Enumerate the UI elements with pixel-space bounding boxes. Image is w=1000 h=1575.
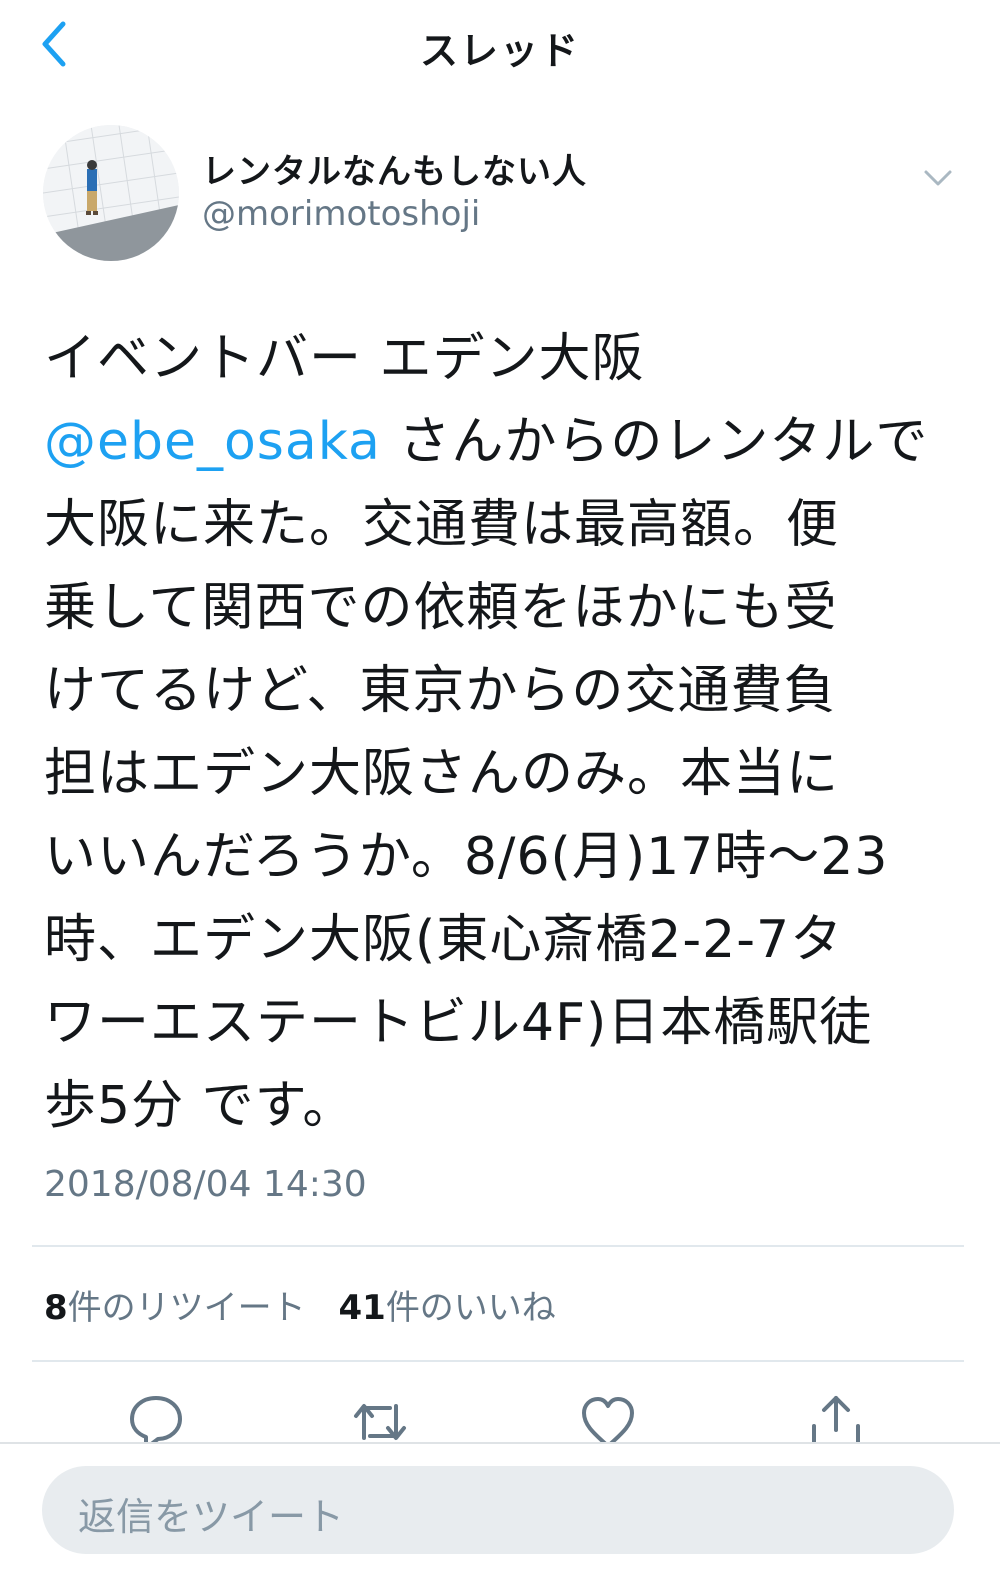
divider bbox=[32, 1245, 964, 1247]
reply-input[interactable]: 返信をツイート bbox=[42, 1466, 954, 1554]
reply-button[interactable] bbox=[126, 1392, 186, 1442]
tweet-line: いいんだろうか。8/6(月)17時〜23 bbox=[44, 827, 889, 887]
tweet-stats: 8件のリツイート 41件のいいね bbox=[44, 1280, 578, 1329]
likes-count: 41 bbox=[338, 1288, 386, 1328]
tweet-line: けてるけど、東京からの交通費負 bbox=[44, 661, 837, 721]
display-name[interactable]: レンタルなんもしない人 bbox=[202, 144, 587, 193]
reply-placeholder: 返信をツイート bbox=[78, 1495, 345, 1539]
mention-link[interactable]: @ebe_osaka bbox=[44, 412, 381, 472]
navigation-bar: スレッド bbox=[0, 0, 1000, 90]
divider bbox=[32, 1360, 964, 1362]
tweet-line: 大阪に来た。交通費は最高額。便 bbox=[44, 495, 840, 555]
page-title: スレッド bbox=[419, 29, 580, 73]
likes-label: 件のいいね bbox=[385, 1288, 556, 1328]
retweets-stat[interactable]: 8件のリツイート bbox=[44, 1288, 306, 1328]
retweets-count: 8 bbox=[44, 1288, 68, 1328]
tweet-line-text: さんからのレンタルで bbox=[380, 412, 929, 472]
user-handle[interactable]: @morimotoshoji bbox=[202, 194, 480, 234]
tweet-author: レンタルなんもしない人 @morimotoshoji bbox=[40, 122, 960, 264]
tweet-timestamp: 2018/08/04 14:30 bbox=[44, 1164, 367, 1205]
tweet-actions bbox=[0, 1380, 1000, 1442]
avatar-image bbox=[43, 125, 179, 261]
tweet-line: ワーエステートビル4F)日本橋駅徒 bbox=[44, 993, 873, 1053]
tweet-menu-button[interactable] bbox=[918, 158, 958, 198]
reply-icon bbox=[130, 1396, 182, 1442]
chevron-down-icon bbox=[924, 170, 952, 186]
tweet-line: 時、エデン大阪(東心斎橋2-2-7タ bbox=[44, 910, 844, 970]
avatar[interactable] bbox=[43, 125, 179, 261]
like-button[interactable] bbox=[578, 1392, 638, 1442]
tweet-line: @ebe_osaka さんからのレンタルで bbox=[44, 401, 954, 484]
share-button[interactable] bbox=[806, 1392, 866, 1442]
heart-icon bbox=[582, 1397, 634, 1442]
tweet-line: 担はエデン大阪さんのみ。本当に bbox=[44, 744, 840, 804]
retweet-icon bbox=[354, 1404, 406, 1440]
tweet-text: イベントバー エデン大阪 @ebe_osaka さんからのレンタルで 大阪に来た… bbox=[44, 318, 954, 1148]
likes-stat[interactable]: 41件のいいね bbox=[338, 1288, 555, 1328]
retweet-button[interactable] bbox=[350, 1392, 410, 1442]
reply-bar: 返信をツイート bbox=[0, 1442, 1000, 1575]
tweet-line: イベントバー エデン大阪 bbox=[44, 329, 645, 389]
tweet-line: 歩5分 です。 bbox=[44, 1076, 356, 1136]
tweet-line: 乗して関西での依頼をほかにも受 bbox=[44, 578, 838, 638]
share-icon bbox=[812, 1396, 860, 1442]
retweets-label: 件のリツイート bbox=[67, 1288, 306, 1328]
